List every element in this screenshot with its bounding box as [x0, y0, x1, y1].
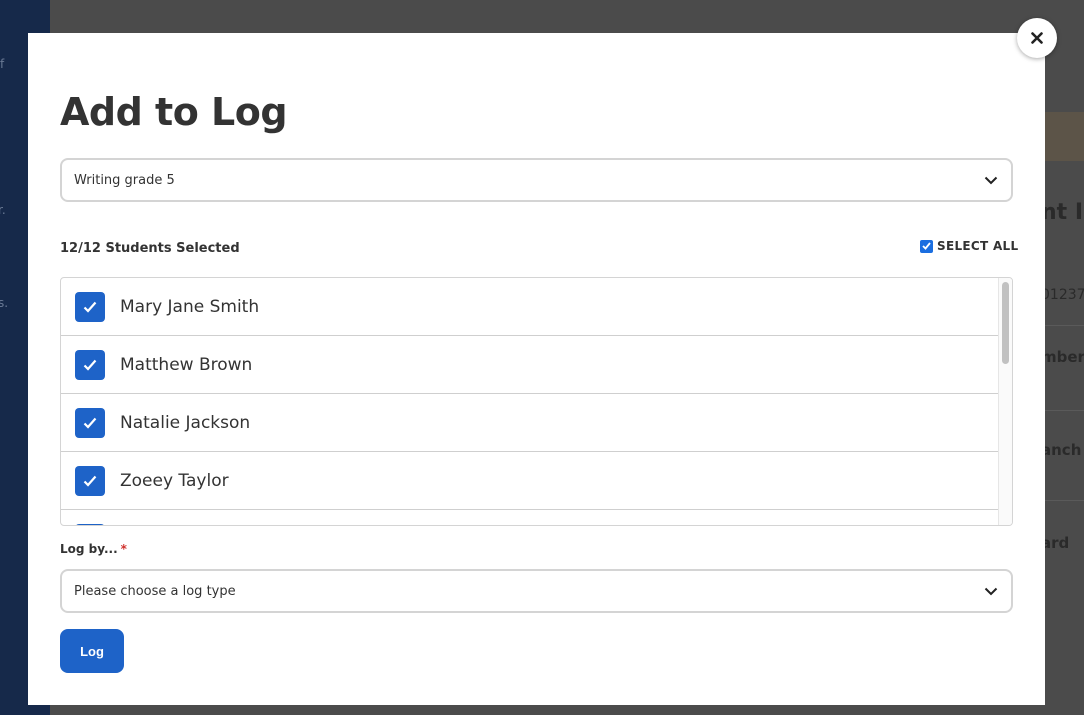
assignment-select[interactable]: Writing grade 5: [60, 158, 1013, 202]
log-type-placeholder: Please choose a log type: [74, 583, 236, 599]
background-text: anch: [1045, 441, 1082, 459]
log-type-select[interactable]: Please choose a log type: [60, 569, 1013, 613]
close-icon[interactable]: [1031, 29, 1043, 48]
scrollbar-thumb[interactable]: [1002, 282, 1009, 364]
background-text: f: [0, 57, 5, 71]
checkbox-checked-icon[interactable]: [920, 239, 933, 253]
student-list[interactable]: Mary Jane Smith Matthew Brown Natalie Ja…: [60, 277, 1013, 526]
background-divider: [1045, 325, 1084, 326]
student-list-scrollbar[interactable]: [998, 278, 1012, 525]
checkbox-checked-icon[interactable]: [75, 291, 105, 322]
background-text: s.: [0, 296, 9, 310]
checkbox-checked-icon[interactable]: [75, 465, 105, 496]
background-banner: [1045, 112, 1084, 161]
student-row[interactable]: Mary Jane Smith: [61, 278, 998, 336]
assignment-select-value: Writing grade 5: [74, 172, 175, 188]
student-list-items: Mary Jane Smith Matthew Brown Natalie Ja…: [61, 278, 998, 525]
student-row[interactable]: Zoeey Taylor: [61, 452, 998, 510]
close-button[interactable]: [1017, 18, 1057, 58]
select-all-checkbox[interactable]: SELECT ALL: [920, 239, 1018, 253]
students-selected-count: 12/12 Students Selected: [60, 241, 240, 256]
background-divider: [1045, 500, 1084, 501]
background-text: r.: [0, 203, 6, 217]
background-divider: [1045, 410, 1084, 411]
checkbox-checked-icon[interactable]: [75, 349, 105, 380]
student-name: Natalie Jackson: [120, 412, 251, 433]
background-text: 01237: [1045, 287, 1084, 303]
student-name: Zoeey Taylor: [120, 470, 229, 491]
select-all-label: SELECT ALL: [937, 239, 1019, 253]
log-by-label-text: Log by...: [60, 542, 118, 556]
background-text: nt In: [1045, 200, 1084, 225]
checkbox-checked-icon[interactable]: [75, 523, 105, 525]
modal-title: Add to Log: [60, 90, 288, 134]
log-button[interactable]: Log: [60, 629, 124, 673]
background-text: mber: [1045, 348, 1084, 366]
required-mark: *: [120, 542, 127, 556]
background-text: ard: [1045, 534, 1070, 552]
student-row[interactable]: Natalie Jackson: [61, 394, 998, 452]
chevron-down-icon: [983, 172, 999, 188]
student-name: Mary Jane Smith: [120, 296, 260, 317]
log-by-label: Log by... *: [60, 542, 127, 556]
student-name: Matthew Brown: [120, 354, 253, 375]
student-row[interactable]: Matthew Brown: [61, 336, 998, 394]
background-content-right: nt In 01237 mber anch ard: [1045, 0, 1084, 715]
chevron-down-icon: [983, 583, 999, 599]
checkbox-checked-icon[interactable]: [75, 407, 105, 438]
student-row[interactable]: [61, 510, 998, 525]
